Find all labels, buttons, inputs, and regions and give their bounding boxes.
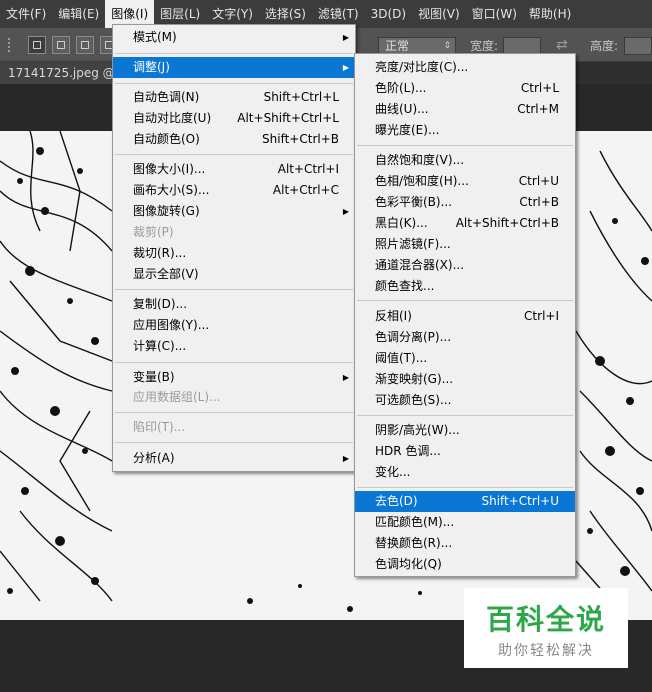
height-field[interactable] <box>624 37 652 55</box>
menu-item-brightness-contrast[interactable]: 亮度/对比度(C)... <box>355 57 575 78</box>
menu-item-posterize[interactable]: 色调分离(P)... <box>355 327 575 348</box>
menu-item-curves[interactable]: 曲线(U)... Ctrl+M <box>355 99 575 120</box>
menu-item-image-size[interactable]: 图像大小(I)... Alt+Ctrl+I <box>113 159 355 180</box>
menu-separator <box>357 145 573 146</box>
menu-item-image-rotation[interactable]: 图像旋转(G) ▶ <box>113 201 355 222</box>
adjustments-submenu: 亮度/对比度(C)... 色阶(L)... Ctrl+L 曲线(U)... Ct… <box>354 53 576 577</box>
menu-item-color-balance[interactable]: 色彩平衡(B)... Ctrl+B <box>355 192 575 213</box>
menu-item-apply-data-set: 应用数据组(L)... <box>133 390 221 404</box>
width-label: 宽度: <box>470 39 499 53</box>
menu-item-channel-mixer[interactable]: 通道混合器(X)... <box>355 255 575 276</box>
menu-item-calculations[interactable]: 计算(C)... <box>113 336 355 357</box>
height-label: 高度: <box>590 39 619 53</box>
menu-separator <box>357 487 573 488</box>
menu-item-reveal-all[interactable]: 显示全部(V) <box>113 264 355 285</box>
add-selection-button[interactable] <box>52 36 70 54</box>
menu-separator <box>115 154 353 155</box>
menu-separator <box>115 289 353 290</box>
chevron-down-icon: ⇕ <box>443 41 451 51</box>
new-selection-button[interactable] <box>28 36 46 54</box>
menu-separator <box>115 412 353 413</box>
menu-item-duplicate[interactable]: 复制(D)... <box>113 294 355 315</box>
watermark-subtitle: 助你轻松解决 <box>498 643 594 659</box>
chevron-right-icon: ▶ <box>342 63 349 72</box>
image-menu: 模式(M) ▶ 调整(J) ▶ 自动色调(N) Shift+Ctrl+L 自动对… <box>112 24 356 472</box>
new-selection-icon <box>33 41 41 49</box>
subtract-selection-button[interactable] <box>76 36 94 54</box>
menu-item-trim[interactable]: 裁切(R)... <box>113 243 355 264</box>
grip-icon <box>8 38 12 52</box>
chevron-right-icon: ▶ <box>342 207 349 216</box>
menu-separator <box>115 53 353 54</box>
menu-item-invert[interactable]: 反相(I) Ctrl+I <box>355 306 575 327</box>
menu-separator <box>357 300 573 301</box>
menu-separator <box>115 442 353 443</box>
menu-item-replace-color[interactable]: 替换颜色(R)... <box>355 533 575 554</box>
menu-item-canvas-size[interactable]: 画布大小(S)... Alt+Ctrl+C <box>113 180 355 201</box>
menu-item-analysis[interactable]: 分析(A) ▶ <box>113 448 355 469</box>
menu-edit[interactable]: 编辑(E) <box>52 0 105 28</box>
menu-item-shadows-highlights[interactable]: 阴影/高光(W)... <box>355 420 575 441</box>
menu-item-gradient-map[interactable]: 渐变映射(G)... <box>355 369 575 390</box>
chevron-right-icon: ▶ <box>342 454 349 463</box>
menu-item-selective-color[interactable]: 可选颜色(S)... <box>355 390 575 411</box>
menu-separator <box>115 83 353 84</box>
menu-item-black-white[interactable]: 黑白(K)... Alt+Shift+Ctrl+B <box>355 213 575 234</box>
menu-item-auto-contrast[interactable]: 自动对比度(U) Alt+Shift+Ctrl+L <box>113 108 355 129</box>
menu-window[interactable]: 窗口(W) <box>466 0 523 28</box>
menu-item-threshold[interactable]: 阈值(T)... <box>355 348 575 369</box>
menu-item-auto-tone[interactable]: 自动色调(N) Shift+Ctrl+L <box>113 87 355 108</box>
menu-item-auto-color[interactable]: 自动颜色(O) Shift+Ctrl+B <box>113 129 355 150</box>
menu-item-apply-image[interactable]: 应用图像(Y)... <box>113 315 355 336</box>
menu-help[interactable]: 帮助(H) <box>523 0 577 28</box>
menu-item-equalize[interactable]: 色调均化(Q) <box>355 554 575 575</box>
menu-item-hdr-toning[interactable]: HDR 色调... <box>355 441 575 462</box>
menu-separator <box>115 362 353 363</box>
menu-item-color-lookup[interactable]: 颜色查找... <box>355 276 575 297</box>
menu-item-photo-filter[interactable]: 照片滤镜(F)... <box>355 234 575 255</box>
menu-item-variables[interactable]: 变量(B) ▶ <box>113 367 355 388</box>
menu-item-levels[interactable]: 色阶(L)... Ctrl+L <box>355 78 575 99</box>
menu-item-desaturate[interactable]: 去色(D) Shift+Ctrl+U <box>355 491 575 512</box>
menu-view[interactable]: 视图(V) <box>412 0 466 28</box>
menu-item-mode[interactable]: 模式(M) ▶ <box>113 27 355 48</box>
watermark-logo: 百科全说 助你轻松解决 <box>464 588 628 668</box>
menu-item-adjustments[interactable]: 调整(J) ▶ <box>113 57 355 78</box>
watermark-title: 百科全说 <box>485 603 606 636</box>
chevron-right-icon: ▶ <box>342 33 349 42</box>
add-selection-icon <box>57 41 65 49</box>
menu-separator <box>357 415 573 416</box>
menu-item-exposure[interactable]: 曝光度(E)... <box>355 120 575 141</box>
menu-item-crop: 裁剪(P) <box>133 225 174 239</box>
subtract-selection-icon <box>81 41 89 49</box>
menu-file[interactable]: 文件(F) <box>0 0 52 28</box>
menu-item-hue-saturation[interactable]: 色相/饱和度(H)... Ctrl+U <box>355 171 575 192</box>
menu-item-variations[interactable]: 变化... <box>355 462 575 483</box>
menu-item-vibrance[interactable]: 自然饱和度(V)... <box>355 150 575 171</box>
menu-item-trap: 陷印(T)... <box>133 420 186 434</box>
menu-item-match-color[interactable]: 匹配颜色(M)... <box>355 512 575 533</box>
style-select-value: 正常 <box>385 39 410 53</box>
swap-icon[interactable]: ⇄ <box>556 37 568 53</box>
document-tab[interactable]: 17141725.jpeg @ <box>0 62 112 84</box>
chevron-right-icon: ▶ <box>342 373 349 382</box>
menu-3d[interactable]: 3D(D) <box>365 0 412 28</box>
